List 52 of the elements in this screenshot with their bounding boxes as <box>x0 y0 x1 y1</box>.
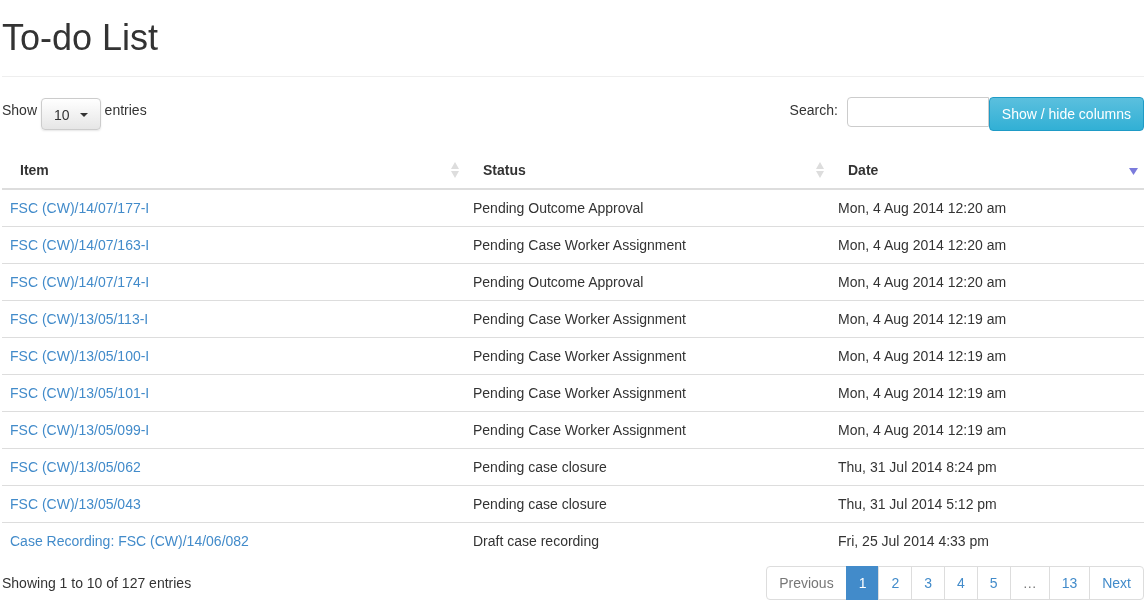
column-header[interactable]: Date <box>848 161 879 178</box>
entries-dropdown[interactable]: 10 <box>41 98 101 130</box>
date-text: Mon, 4 Aug 2014 12:20 am <box>838 200 1007 216</box>
date-text: Mon, 4 Aug 2014 12:19 am <box>838 422 1007 438</box>
date-text: Mon, 4 Aug 2014 12:20 am <box>838 274 1007 290</box>
item-link[interactable]: Case Recording: FSC (CW)/14/06/082 <box>10 533 249 549</box>
status-text: Pending Case Worker Assignment <box>473 422 686 438</box>
pagination-link[interactable]: 13 <box>1048 566 1091 600</box>
entries-label: entries <box>104 101 147 120</box>
show-label: Show <box>2 101 38 120</box>
entries-info: Showing 1 to 10 of 127 entries <box>2 575 192 591</box>
caret-icon <box>79 113 88 117</box>
status-text: Pending Case Worker Assignment <box>473 311 686 327</box>
date-text: Mon, 4 Aug 2014 12:19 am <box>838 348 1007 364</box>
status-text: Draft case recording <box>473 533 600 549</box>
item-link[interactable]: FSC (CW)/13/05/113-I <box>10 311 149 327</box>
status-text: Pending Outcome Approval <box>473 274 644 290</box>
status-text: Pending case closure <box>473 459 607 475</box>
search-field[interactable] <box>846 97 989 127</box>
item-link[interactable]: FSC (CW)/13/05/099-I <box>10 422 150 438</box>
status-text: Pending Case Worker Assignment <box>473 237 686 253</box>
date-text: Thu, 31 Jul 2014 5:12 pm <box>838 496 997 512</box>
item-link[interactable]: FSC (CW)/14/07/174-I <box>10 274 150 290</box>
item-link[interactable]: FSC (CW)/13/05/043 <box>10 496 141 512</box>
sort-icon[interactable] <box>816 162 824 178</box>
status-text: Pending Case Worker Assignment <box>473 385 686 401</box>
show-hide-columns-button[interactable]: Show / hide columns <box>988 97 1144 131</box>
pagination-link[interactable]: 5 <box>976 566 1011 600</box>
item-link[interactable]: FSC (CW)/14/07/163-I <box>10 237 150 253</box>
date-text: Mon, 4 Aug 2014 12:19 am <box>838 385 1007 401</box>
column-header[interactable]: Item <box>20 161 49 178</box>
date-text: Fri, 25 Jul 2014 4:33 pm <box>838 533 989 549</box>
item-link[interactable]: FSC (CW)/14/07/177-I <box>10 200 150 216</box>
sort-icon[interactable] <box>451 162 459 178</box>
pagination-link[interactable]: 1 <box>845 566 880 600</box>
date-text: Mon, 4 Aug 2014 12:20 am <box>838 237 1007 253</box>
sort-descending-icon[interactable] <box>1129 168 1138 175</box>
pagination-link[interactable]: Next <box>1089 566 1144 600</box>
status-text: Pending Outcome Approval <box>473 200 644 216</box>
item-link[interactable]: FSC (CW)/13/05/101-I <box>10 385 150 401</box>
status-text: Pending case closure <box>473 496 607 512</box>
pagination-link[interactable]: 2 <box>878 566 913 600</box>
item-link[interactable]: FSC (CW)/13/05/100-I <box>10 348 150 364</box>
pagination-link[interactable]: 3 <box>911 566 946 600</box>
item-link[interactable]: FSC (CW)/13/05/062 <box>10 459 141 475</box>
page-title: To-do List <box>2 16 160 59</box>
pagination-link[interactable]: 4 <box>944 566 978 600</box>
search-label: Search: <box>789 101 838 120</box>
status-text: Pending Case Worker Assignment <box>473 348 686 364</box>
column-header[interactable]: Status <box>483 161 526 178</box>
date-text: Thu, 31 Jul 2014 8:24 pm <box>838 459 997 475</box>
date-text: Mon, 4 Aug 2014 12:19 am <box>838 311 1007 327</box>
